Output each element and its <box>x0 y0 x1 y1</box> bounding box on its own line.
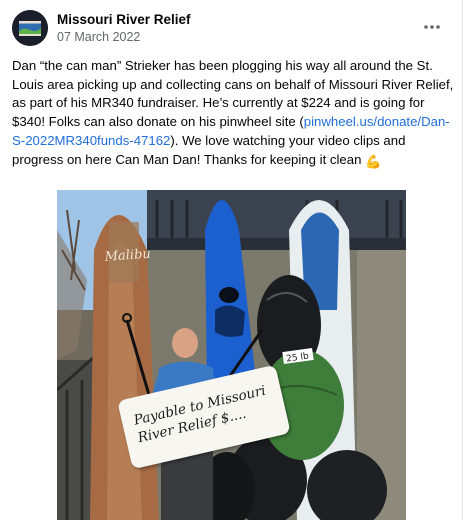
page-name[interactable]: Missouri River Relief <box>57 12 191 27</box>
facebook-post: Missouri River Relief 07 March 2022 Dan … <box>0 0 463 520</box>
avatar-logo <box>12 10 48 46</box>
post-body: Dan “the can man” Strieker has been plog… <box>12 57 454 171</box>
more-options-button[interactable] <box>419 14 445 40</box>
more-options-icon <box>424 25 440 29</box>
post-header: Missouri River Relief 07 March 2022 <box>0 0 463 56</box>
flexed-biceps-icon: 💪 <box>365 153 382 169</box>
photo-scene: Malibu 25 lb <box>57 190 406 520</box>
post-date[interactable]: 07 March 2022 <box>57 30 140 44</box>
post-photo[interactable]: Malibu 25 lb Payable to Missouri River R… <box>57 190 406 520</box>
page-avatar[interactable] <box>12 10 48 46</box>
